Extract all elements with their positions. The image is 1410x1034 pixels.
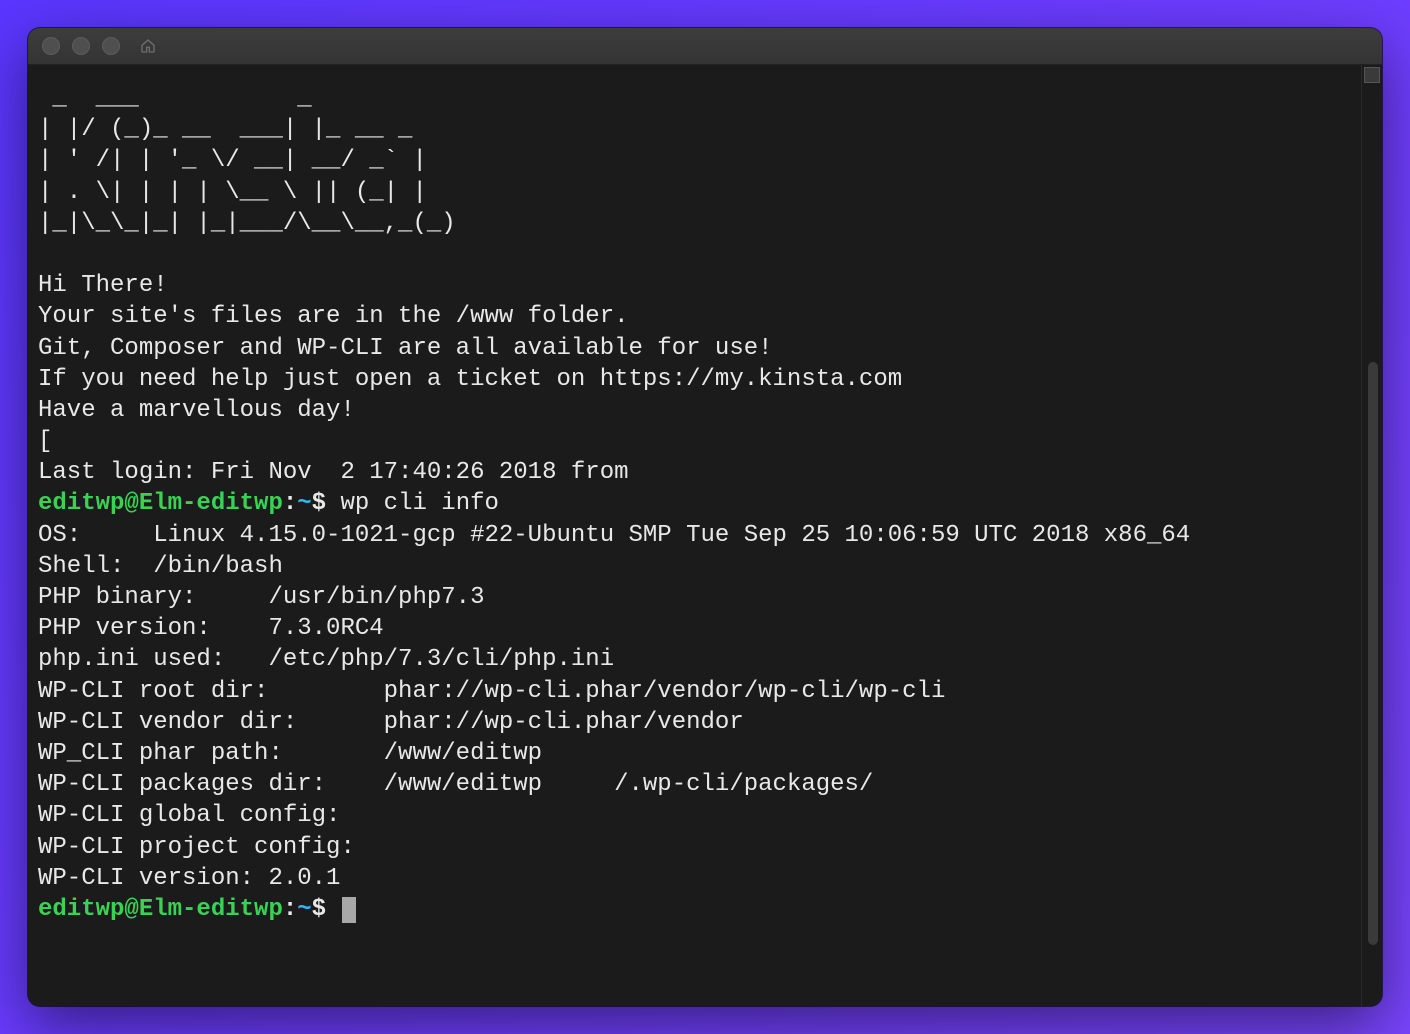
output-line: WP-CLI project config: xyxy=(38,834,355,861)
output-line: WP-CLI version: 2.0.1 xyxy=(38,865,340,892)
terminal-output[interactable]: _ ___ _ | |/ (_)_ __ ___| |_ __ _ | ' /|… xyxy=(28,65,1361,1006)
output-line: OS: Linux 4.15.0-1021-gcp #22-Ubuntu SMP… xyxy=(38,522,1190,549)
prompt-path: ~ xyxy=(297,896,311,923)
home-icon xyxy=(140,38,156,54)
bracket-open: [ xyxy=(38,428,52,455)
output-line: PHP version: 7.3.0RC4 xyxy=(38,615,384,642)
drawer-toggle-icon[interactable] xyxy=(1364,67,1380,83)
prompt-sep: : xyxy=(283,490,297,517)
prompt-userhost: editwp@Elm-editwp xyxy=(38,896,283,923)
output-line: WP-CLI global config: xyxy=(38,802,340,829)
minimize-button[interactable] xyxy=(72,37,90,55)
right-gutter xyxy=(1361,65,1382,1006)
entered-command: wp cli info xyxy=(340,490,498,517)
scrollbar-thumb[interactable] xyxy=(1368,362,1378,945)
prompt-path: ~ xyxy=(297,490,311,517)
cursor-block xyxy=(342,897,356,923)
output-line: WP-CLI vendor dir: phar://wp-cli.phar/ve… xyxy=(38,709,744,736)
output-line: WP-CLI packages dir: /www/editwp /.wp-cl… xyxy=(38,771,873,798)
prompt-dollar: $ xyxy=(312,896,326,923)
greeting-line: Git, Composer and WP-CLI are all availab… xyxy=(38,335,773,362)
titlebar xyxy=(28,28,1382,65)
ascii-art-logo: _ ___ _ | |/ (_)_ __ ___| |_ __ _ | ' /|… xyxy=(38,85,456,237)
prompt-userhost: editwp@Elm-editwp xyxy=(38,490,283,517)
prompt-sep: : xyxy=(283,896,297,923)
scrollbar-track[interactable] xyxy=(1368,89,1378,1000)
traffic-lights xyxy=(42,37,120,55)
greeting-line: Your site's files are in the /www folder… xyxy=(38,303,629,330)
close-button[interactable] xyxy=(42,37,60,55)
terminal-body: _ ___ _ | |/ (_)_ __ ___| |_ __ _ | ' /|… xyxy=(28,65,1382,1006)
prompt-dollar: $ xyxy=(312,490,326,517)
greeting-line: Have a marvellous day! xyxy=(38,397,355,424)
output-line: WP-CLI root dir: phar://wp-cli.phar/vend… xyxy=(38,678,945,705)
zoom-button[interactable] xyxy=(102,37,120,55)
output-line: PHP binary: /usr/bin/php7.3 xyxy=(38,584,484,611)
last-login-line: Last login: Fri Nov 2 17:40:26 2018 from xyxy=(38,459,629,486)
greeting-line: If you need help just open a ticket on h… xyxy=(38,366,902,393)
output-line: Shell: /bin/bash xyxy=(38,553,283,580)
terminal-window: _ ___ _ | |/ (_)_ __ ___| |_ __ _ | ' /|… xyxy=(28,28,1382,1006)
output-line: php.ini used: /etc/php/7.3/cli/php.ini xyxy=(38,646,614,673)
output-line: WP_CLI phar path: /www/editwp xyxy=(38,740,542,767)
greeting-line: Hi There! xyxy=(38,272,168,299)
